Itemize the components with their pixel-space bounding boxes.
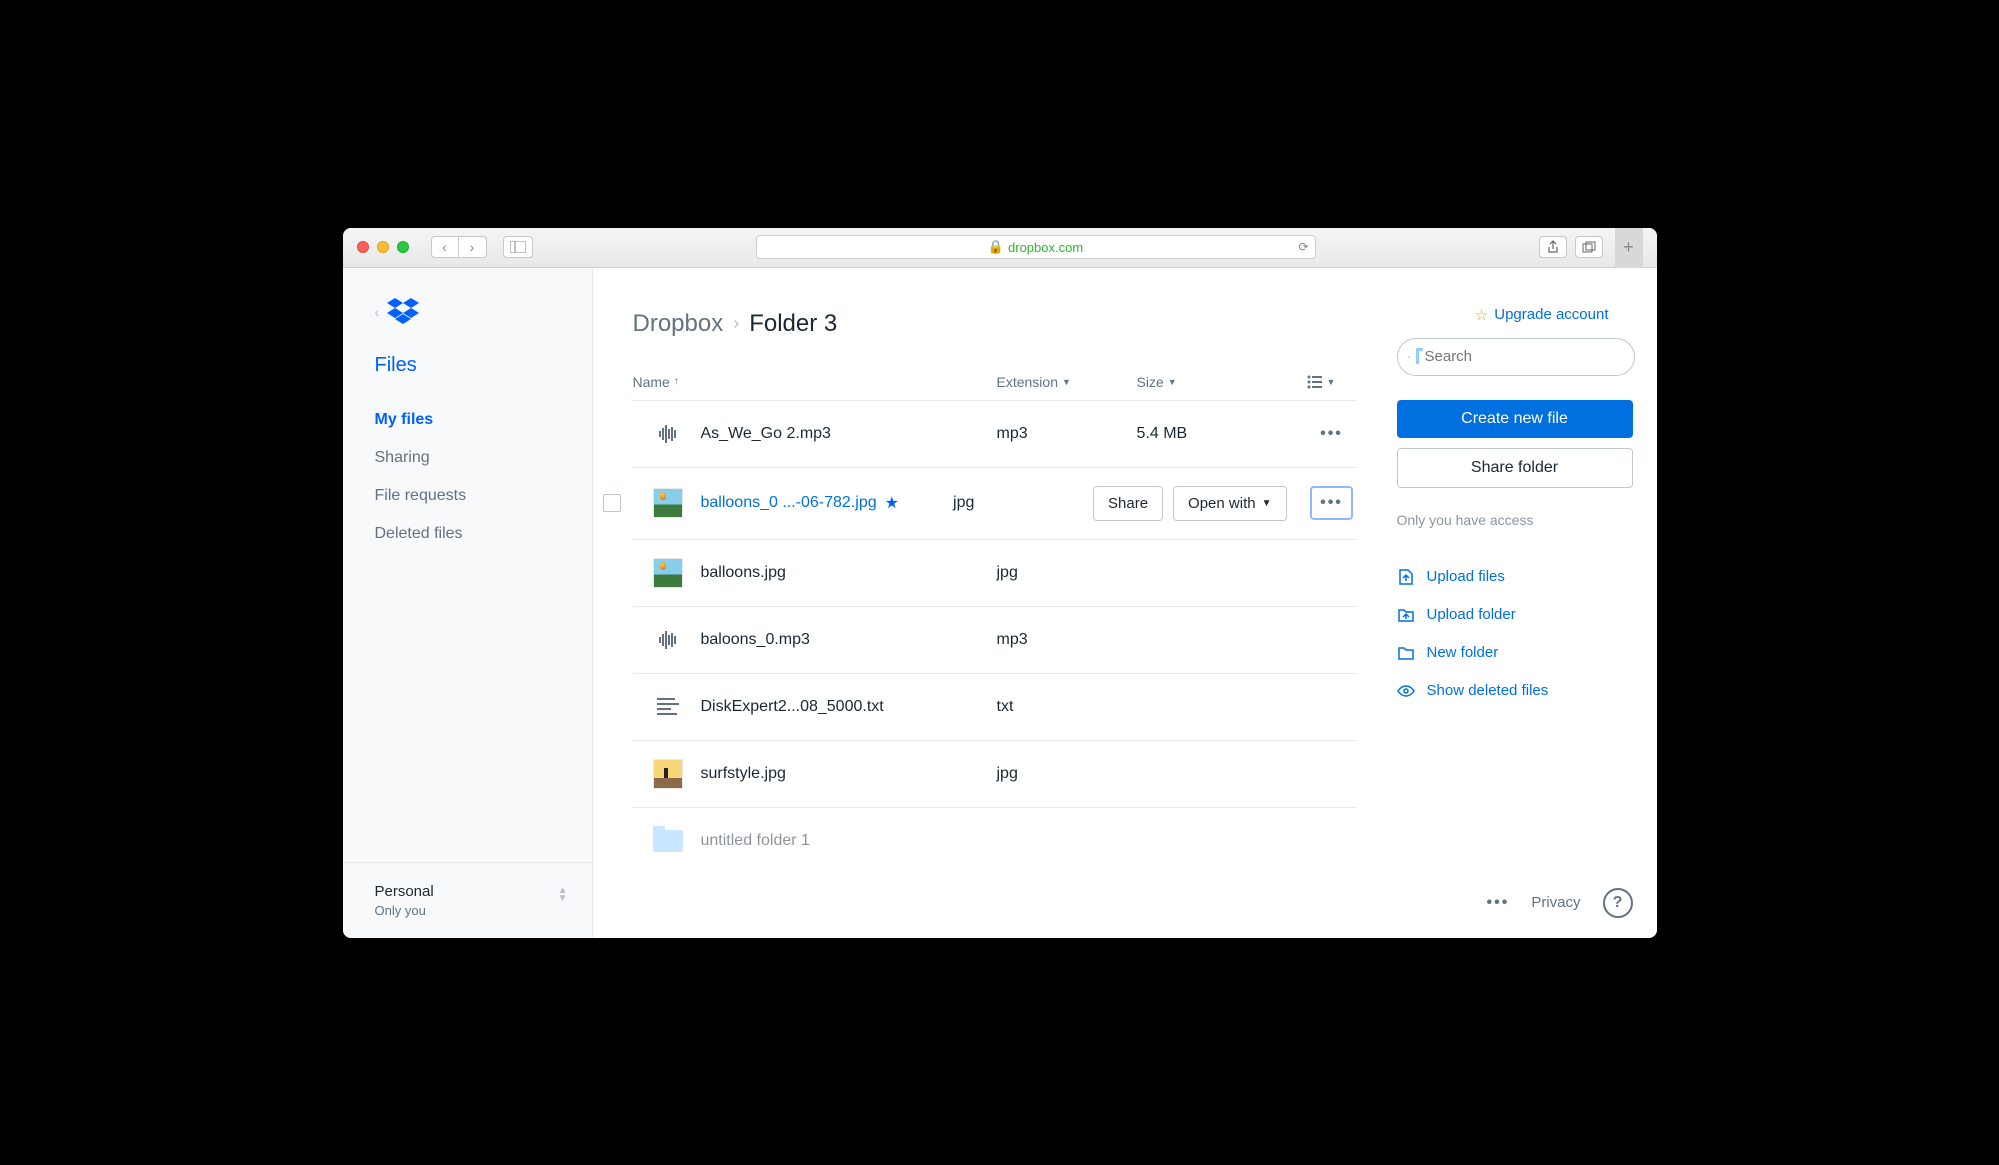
breadcrumb-current: Folder 3 xyxy=(749,310,837,338)
url-text: dropbox.com xyxy=(1008,240,1083,255)
chevron-down-icon: ▼ xyxy=(1262,498,1272,509)
share-button[interactable] xyxy=(1539,236,1567,258)
collapse-sidebar-icon[interactable]: ‹ xyxy=(375,304,380,320)
sidebar-toggle-button[interactable] xyxy=(503,236,533,258)
more-actions-button[interactable]: ••• xyxy=(1310,486,1353,520)
file-name[interactable]: As_We_Go 2.mp3 xyxy=(701,425,997,443)
file-name[interactable]: untitled folder 1 xyxy=(701,832,1357,850)
eye-icon xyxy=(1397,682,1415,700)
chevron-updown-icon: ▲▼ xyxy=(558,887,568,903)
file-extension: jpg xyxy=(997,765,1137,783)
table-row[interactable]: balloons.jpg jpg xyxy=(633,540,1357,607)
table-row[interactable]: untitled folder 1 xyxy=(633,808,1357,874)
chevron-down-icon: ▼ xyxy=(1168,377,1177,387)
upload-folder-icon xyxy=(1397,606,1415,624)
new-tab-button[interactable]: + xyxy=(1615,228,1643,268)
sort-asc-icon: ↑ xyxy=(674,376,679,387)
lock-icon: 🔒 xyxy=(988,239,1004,255)
table-row[interactable]: DiskExpert2...08_5000.txt txt xyxy=(633,674,1357,741)
sidebar: ‹ Files My files Sharing File requests D… xyxy=(343,268,593,938)
image-file-icon xyxy=(653,488,683,518)
upload-files-link[interactable]: Upload files xyxy=(1397,558,1633,596)
column-name[interactable]: Name↑ xyxy=(633,374,997,390)
file-name[interactable]: DiskExpert2...08_5000.txt xyxy=(701,698,997,716)
chevron-down-icon: ▼ xyxy=(1062,377,1071,387)
close-window-icon[interactable] xyxy=(357,241,369,253)
file-extension: jpg xyxy=(997,564,1137,582)
table-row[interactable]: baloons_0.mp3 mp3 xyxy=(633,607,1357,674)
tabs-button[interactable] xyxy=(1575,236,1603,258)
account-sub: Only you xyxy=(375,903,560,918)
audio-file-icon xyxy=(653,419,683,449)
table-header: Name↑ Extension▼ Size▼ ▼ xyxy=(633,364,1357,401)
sidebar-item-file-requests[interactable]: File requests xyxy=(375,477,560,515)
view-toggle[interactable]: ▼ xyxy=(1307,375,1357,389)
sidebar-item-my-files[interactable]: My files xyxy=(375,401,560,439)
image-file-icon xyxy=(653,558,683,588)
more-menu-button[interactable]: ••• xyxy=(1487,894,1510,912)
image-file-icon xyxy=(653,759,683,789)
share-button[interactable]: Share xyxy=(1093,486,1163,521)
search-icon xyxy=(1408,349,1410,365)
file-extension: txt xyxy=(997,698,1137,716)
back-button[interactable]: ‹ xyxy=(431,236,459,258)
list-view-icon xyxy=(1307,375,1323,389)
upgrade-account-link[interactable]: ☆ Upgrade account xyxy=(1475,306,1609,324)
new-folder-icon xyxy=(1397,644,1415,662)
breadcrumb: Dropbox › Folder 3 xyxy=(633,310,838,338)
audio-file-icon xyxy=(653,625,683,655)
more-actions-button[interactable]: ••• xyxy=(1320,425,1343,443)
dropbox-logo-icon[interactable] xyxy=(387,298,419,326)
file-name[interactable]: balloons.jpg xyxy=(701,564,997,582)
star-filled-icon[interactable]: ★ xyxy=(885,493,899,513)
file-extension: mp3 xyxy=(997,631,1137,649)
forward-button[interactable]: › xyxy=(459,236,487,258)
share-folder-button[interactable]: Share folder xyxy=(1397,448,1633,488)
breadcrumb-root[interactable]: Dropbox xyxy=(633,310,724,338)
window-controls xyxy=(357,241,409,253)
privacy-link[interactable]: Privacy xyxy=(1531,894,1580,911)
file-name[interactable]: surfstyle.jpg xyxy=(701,765,997,783)
maximize-window-icon[interactable] xyxy=(397,241,409,253)
folder-icon xyxy=(653,826,683,856)
tabs-icon xyxy=(1582,241,1596,253)
file-extension: mp3 xyxy=(997,425,1137,443)
url-bar[interactable]: 🔒 dropbox.com ⟳ xyxy=(756,235,1316,259)
file-size: 5.4 MB xyxy=(1137,425,1307,443)
table-row[interactable]: balloons_0 ...-06-782.jpg ★ jpg Share Op… xyxy=(633,468,1357,540)
nav-section-title[interactable]: Files xyxy=(343,354,592,401)
upload-folder-link[interactable]: Upload folder xyxy=(1397,596,1633,634)
file-name[interactable]: balloons_0 ...-06-782.jpg ★ xyxy=(701,493,954,513)
chevron-down-icon: ▼ xyxy=(1327,377,1336,387)
create-new-file-button[interactable]: Create new file xyxy=(1397,400,1633,438)
browser-titlebar: ‹ › 🔒 dropbox.com ⟳ + xyxy=(343,228,1657,268)
access-note: Only you have access xyxy=(1397,512,1633,528)
account-switcher[interactable]: Personal Only you ▲▼ xyxy=(343,862,592,938)
text-file-icon xyxy=(653,692,683,722)
column-extension[interactable]: Extension▼ xyxy=(997,374,1137,390)
sidebar-item-deleted-files[interactable]: Deleted files xyxy=(375,515,560,553)
upload-file-icon xyxy=(1397,568,1415,586)
open-with-button[interactable]: Open with▼ xyxy=(1173,486,1286,521)
star-outline-icon: ☆ xyxy=(1475,306,1488,324)
chevron-right-icon: › xyxy=(733,313,739,334)
account-label: Personal xyxy=(375,883,560,900)
sidebar-icon xyxy=(510,241,526,253)
table-row[interactable]: As_We_Go 2.mp3 mp3 5.4 MB ••• xyxy=(633,401,1357,468)
file-extension: jpg xyxy=(953,494,1093,512)
new-folder-link[interactable]: New folder xyxy=(1397,634,1633,672)
refresh-icon[interactable]: ⟳ xyxy=(1298,240,1308,254)
share-icon xyxy=(1547,240,1559,254)
search-input-container[interactable] xyxy=(1397,338,1635,376)
file-name[interactable]: baloons_0.mp3 xyxy=(701,631,997,649)
row-checkbox[interactable] xyxy=(603,494,621,512)
table-row[interactable]: surfstyle.jpg jpg xyxy=(633,741,1357,808)
show-deleted-files-link[interactable]: Show deleted files xyxy=(1397,672,1633,710)
folder-filter-icon xyxy=(1416,350,1419,364)
minimize-window-icon[interactable] xyxy=(377,241,389,253)
sidebar-item-sharing[interactable]: Sharing xyxy=(375,439,560,477)
search-input[interactable] xyxy=(1425,348,1624,365)
column-size[interactable]: Size▼ xyxy=(1137,374,1307,390)
help-button[interactable]: ? xyxy=(1603,888,1633,918)
